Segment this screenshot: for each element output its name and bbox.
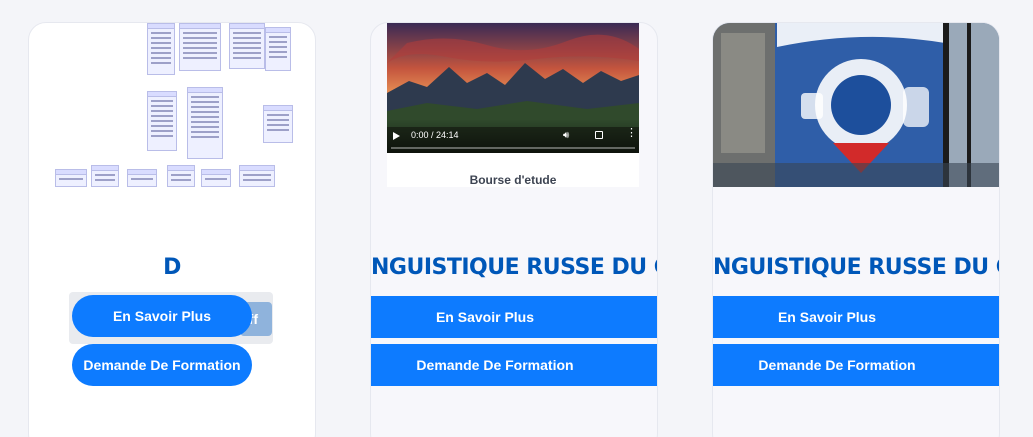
volume-icon[interactable]: 🔊︎ xyxy=(563,130,569,141)
play-icon[interactable] xyxy=(393,132,400,140)
video-controls: 0:00 / 24:14 🔊︎ ⋮ xyxy=(387,119,639,153)
formation-card-3: NGUISTIQUE RUSSE DU CA En Savoir Plus De… xyxy=(712,22,1000,437)
office-photo xyxy=(713,23,999,187)
demande-de-formation-label: Demande De Formation xyxy=(416,357,574,373)
video-caption: Bourse d'etude xyxy=(469,173,557,187)
video-caption-area: Bourse d'etude xyxy=(387,153,639,187)
more-options-icon[interactable]: ⋮ xyxy=(626,128,637,139)
en-savoir-plus-label: En Savoir Plus xyxy=(435,309,535,325)
en-savoir-plus-button[interactable]: En Savoir Plus xyxy=(713,296,999,338)
demande-de-formation-label: Demande De Formation xyxy=(758,357,916,373)
class-diagram-image xyxy=(51,23,295,187)
demande-de-formation-button[interactable]: Demande De Formation xyxy=(371,344,657,386)
formation-card-1: D fff En Savoir Plus Demande De Formatio… xyxy=(28,22,316,437)
en-savoir-plus-label: En Savoir Plus xyxy=(777,309,877,325)
formation-card-2: 0:00 / 24:14 🔊︎ ⋮ Bourse d'etude NGUISTI… xyxy=(370,22,658,437)
video-player[interactable]: 0:00 / 24:14 🔊︎ ⋮ xyxy=(387,23,639,153)
video-progress-bar[interactable] xyxy=(391,147,635,149)
card-title: NGUISTIQUE RUSSE DU CA xyxy=(713,255,999,280)
demande-de-formation-button[interactable]: Demande De Formation xyxy=(72,344,252,386)
fullscreen-icon[interactable] xyxy=(595,131,603,139)
en-savoir-plus-button[interactable]: En Savoir Plus xyxy=(371,296,657,338)
en-savoir-plus-button[interactable]: En Savoir Plus xyxy=(72,295,252,337)
video-time: 0:00 / 24:14 xyxy=(411,130,459,140)
demande-de-formation-button[interactable]: Demande De Formation xyxy=(713,344,999,386)
card-title: D xyxy=(163,255,181,280)
card-title: NGUISTIQUE RUSSE DU CA xyxy=(371,255,657,280)
